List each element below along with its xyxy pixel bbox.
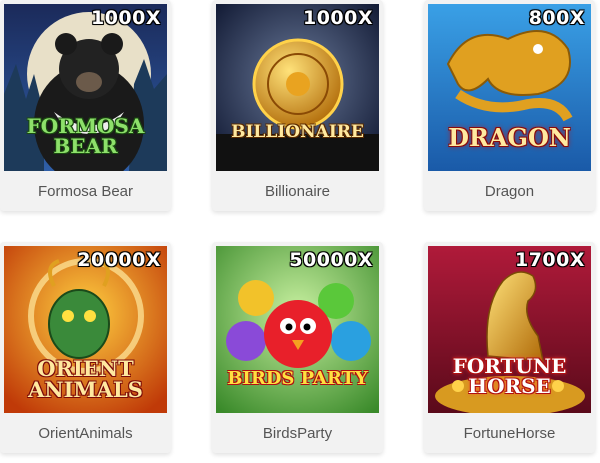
game-title[interactable]: OrientAnimals bbox=[0, 413, 171, 453]
multiplier-badge: 800X bbox=[528, 7, 585, 29]
game-logo: ORIENT ANIMALS bbox=[4, 358, 167, 400]
game-card-formosa-bear[interactable]: 1000X FORMOSA BEAR Formosa Bear bbox=[0, 0, 171, 211]
game-logo-line: HORSE bbox=[468, 374, 551, 398]
game-logo-line: DRAGON bbox=[448, 123, 571, 152]
multiplier-badge: 1700X bbox=[514, 249, 585, 271]
game-title[interactable]: Dragon bbox=[424, 171, 595, 211]
game-title[interactable]: BirdsParty bbox=[212, 413, 383, 453]
game-card-dragon[interactable]: 800X DRAGON Dragon bbox=[424, 0, 595, 211]
game-logo: BIRDS PARTY bbox=[216, 370, 379, 388]
game-title[interactable]: Billionaire bbox=[212, 171, 383, 211]
game-title[interactable]: Formosa Bear bbox=[0, 171, 171, 211]
game-card-billionaire[interactable]: 1000X BILLIONAIRE Billionaire bbox=[212, 0, 383, 211]
game-thumbnail[interactable]: 20000X ORIENT ANIMALS bbox=[4, 246, 167, 413]
game-thumbnail[interactable]: 50000X BIRDS PARTY bbox=[216, 246, 379, 413]
multiplier-badge: 20000X bbox=[77, 249, 161, 271]
game-logo-line: BILLIONAIRE bbox=[231, 122, 364, 142]
game-logo-line: ANIMALS bbox=[28, 377, 143, 402]
game-card-birds-party[interactable]: 50000X BIRDS PARTY BirdsParty bbox=[212, 242, 383, 453]
game-thumbnail[interactable]: 1000X BILLIONAIRE bbox=[216, 4, 379, 171]
billionaire-artwork bbox=[216, 4, 379, 171]
game-logo-line: BIRDS PARTY bbox=[227, 368, 368, 389]
game-thumbnail[interactable]: 1700X FORTUNE HORSE bbox=[428, 246, 591, 413]
game-logo-line: FORTUNE bbox=[452, 354, 567, 378]
game-logo: FORTUNE HORSE bbox=[428, 356, 591, 396]
game-logo: FORMOSA BEAR bbox=[4, 116, 167, 156]
multiplier-badge: 1000X bbox=[302, 7, 373, 29]
game-logo-line: ORIENT bbox=[37, 356, 134, 381]
game-title[interactable]: FortuneHorse bbox=[424, 413, 595, 453]
multiplier-badge: 1000X bbox=[90, 7, 161, 29]
game-thumbnail[interactable]: 800X DRAGON bbox=[428, 4, 591, 171]
game-logo: BILLIONAIRE bbox=[216, 124, 379, 141]
multiplier-badge: 50000X bbox=[289, 249, 373, 271]
game-logo: DRAGON bbox=[428, 126, 591, 150]
game-logo-line: BEAR bbox=[53, 134, 118, 158]
game-card-orient-animals[interactable]: 20000X ORIENT ANIMALS OrientAnimals bbox=[0, 242, 171, 453]
game-logo-line: FORMOSA bbox=[26, 114, 145, 138]
game-card-fortune-horse[interactable]: 1700X FORTUNE HORSE FortuneHorse bbox=[424, 242, 595, 453]
game-thumbnail[interactable]: 1000X FORMOSA BEAR bbox=[4, 4, 167, 171]
